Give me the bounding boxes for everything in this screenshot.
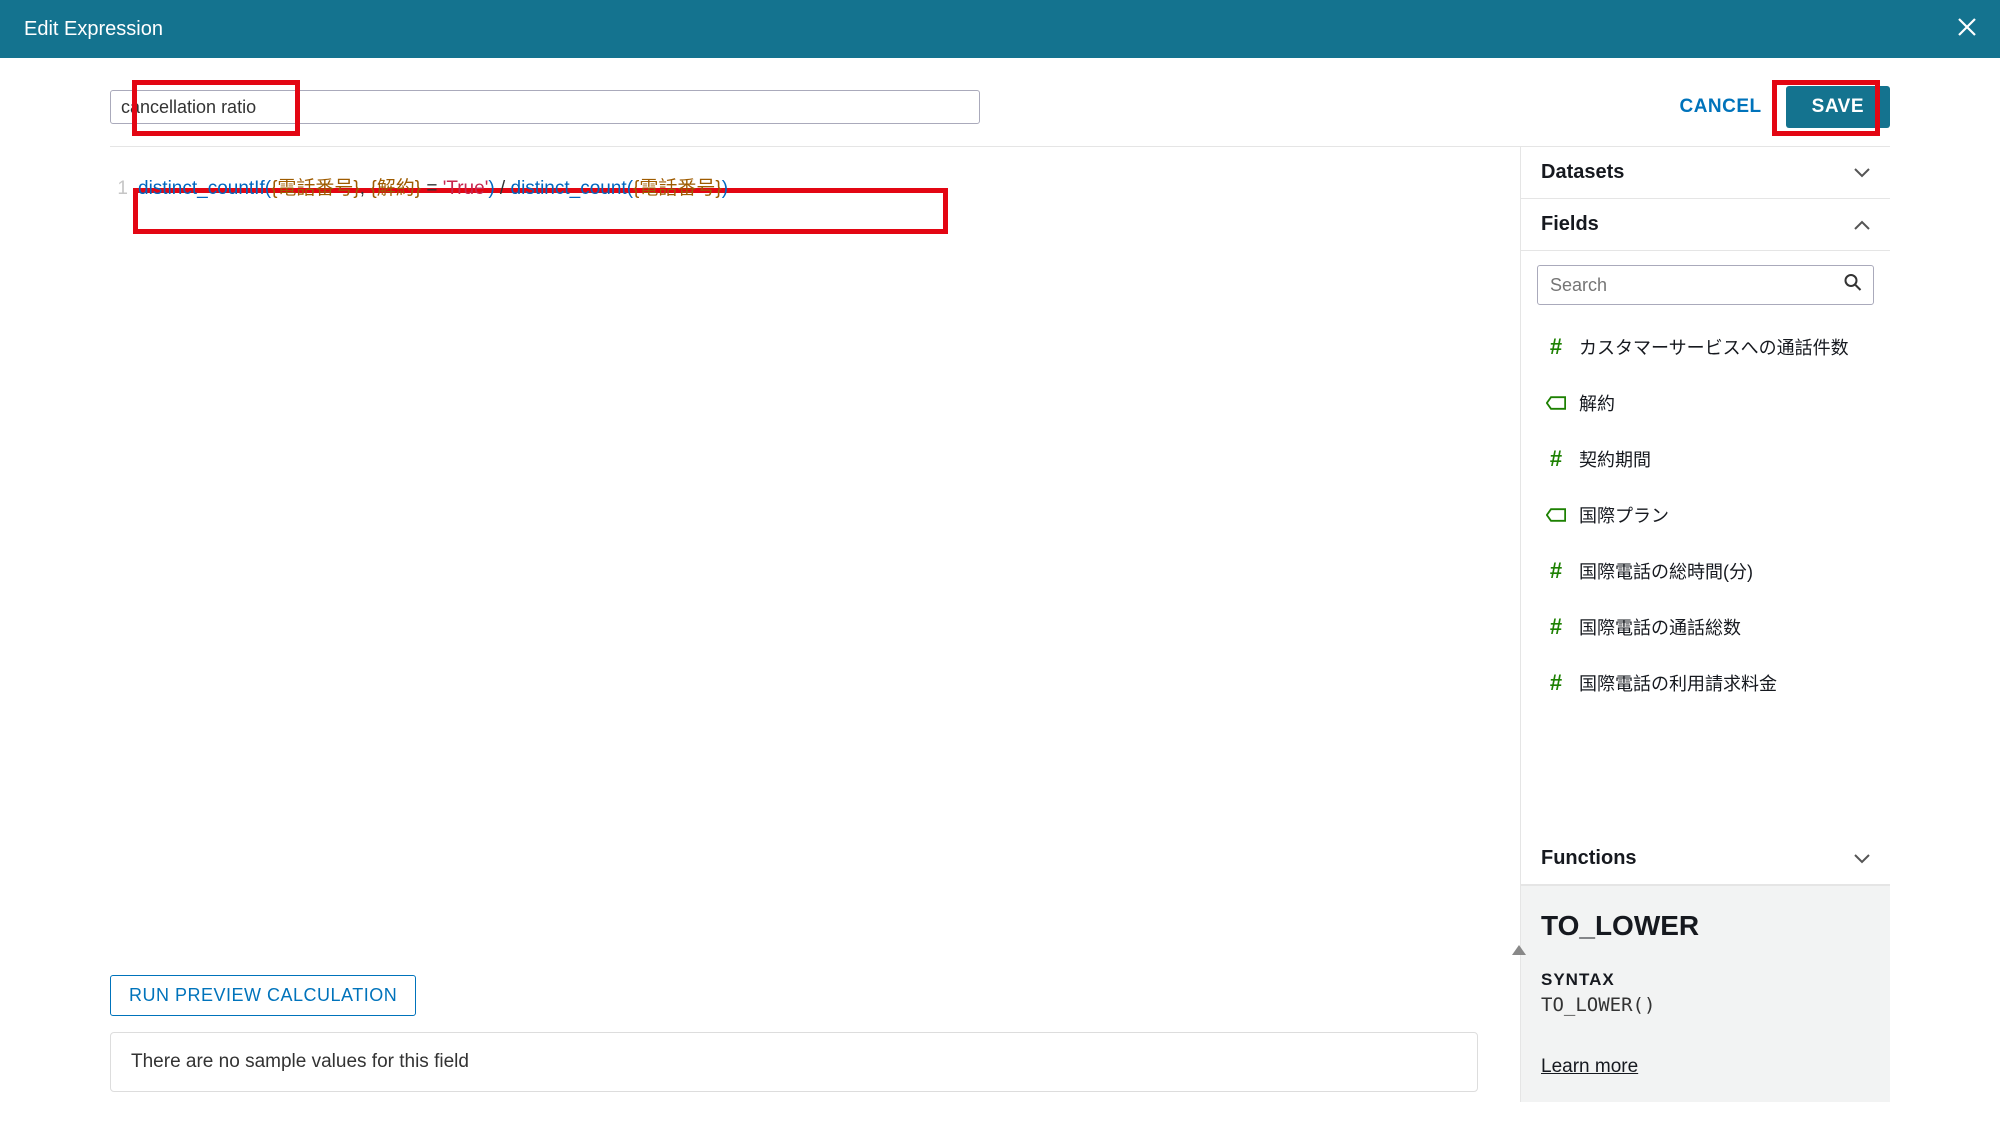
expression-name-input[interactable] xyxy=(110,90,980,124)
field-item[interactable]: # カスタマーサービスへの通話件数 xyxy=(1537,319,1874,375)
tag-icon xyxy=(1545,395,1567,411)
code-editor[interactable]: 1 distinct_countIf({電話番号}, {解約} = 'True'… xyxy=(110,147,1520,203)
syntax-text: TO_LOWER() xyxy=(1541,994,1870,1016)
toolbar: CANCEL SAVE xyxy=(0,58,2000,146)
section-label: Datasets xyxy=(1541,161,1624,184)
code-line: 1 distinct_countIf({電話番号}, {解約} = 'True'… xyxy=(110,175,1520,203)
field-label: カスタマーサービスへの通話件数 xyxy=(1579,334,1849,360)
close-icon[interactable] xyxy=(1958,16,1976,42)
function-detail: TO_LOWER SYNTAX TO_LOWER() Learn more xyxy=(1521,885,1890,1102)
search-icon[interactable] xyxy=(1844,274,1862,297)
dialog-title: Edit Expression xyxy=(24,18,163,41)
field-item[interactable]: 解約 xyxy=(1537,375,1874,431)
numeric-icon: # xyxy=(1545,614,1567,640)
datasets-section-header[interactable]: Datasets xyxy=(1521,147,1890,199)
field-item[interactable]: # 国際電話の利用請求料金 xyxy=(1537,655,1874,711)
section-label: Functions xyxy=(1541,847,1637,870)
syntax-label: SYNTAX xyxy=(1541,970,1870,990)
numeric-icon: # xyxy=(1545,446,1567,472)
field-label: 解約 xyxy=(1579,390,1615,416)
run-preview-button[interactable]: RUN PREVIEW CALCULATION xyxy=(110,975,416,1016)
line-number: 1 xyxy=(110,175,138,203)
fields-section-header[interactable]: Fields xyxy=(1521,199,1890,251)
function-name: TO_LOWER xyxy=(1541,910,1870,942)
functions-section-header[interactable]: Functions xyxy=(1521,833,1890,885)
field-label: 契約期間 xyxy=(1579,446,1651,472)
field-label: 国際電話の総時間(分) xyxy=(1579,558,1753,584)
numeric-icon: # xyxy=(1545,670,1567,696)
learn-more-link[interactable]: Learn more xyxy=(1541,1056,1638,1077)
field-list: # カスタマーサービスへの通話件数 解約 # 契約期間 xyxy=(1537,319,1874,711)
editor-bottom: RUN PREVIEW CALCULATION There are no sam… xyxy=(110,963,1520,1102)
scroll-up-icon[interactable] xyxy=(1512,945,1526,955)
chevron-down-icon xyxy=(1854,848,1870,869)
section-label: Fields xyxy=(1541,213,1599,236)
field-label: 国際プラン xyxy=(1579,502,1669,528)
toolbar-right: CANCEL SAVE xyxy=(1673,86,1890,128)
no-samples-message: There are no sample values for this fiel… xyxy=(110,1032,1478,1092)
field-item[interactable]: # 契約期間 xyxy=(1537,431,1874,487)
chevron-up-icon xyxy=(1854,214,1870,235)
dialog-header: Edit Expression xyxy=(0,0,2000,58)
numeric-icon: # xyxy=(1545,558,1567,584)
numeric-icon: # xyxy=(1545,334,1567,360)
main: 1 distinct_countIf({電話番号}, {解約} = 'True'… xyxy=(110,146,1890,1102)
field-label: 国際電話の通話総数 xyxy=(1579,614,1741,640)
editor-area: 1 distinct_countIf({電話番号}, {解約} = 'True'… xyxy=(110,147,1520,1102)
toolbar-left xyxy=(110,90,980,124)
field-item[interactable]: # 国際電話の通話総数 xyxy=(1537,599,1874,655)
sidebar: Datasets Fields # カスタマーサービスへの通話件数 xyxy=(1520,147,1890,1102)
cancel-button[interactable]: CANCEL xyxy=(1673,88,1767,126)
field-label: 国際電話の利用請求料金 xyxy=(1579,670,1777,696)
tag-icon xyxy=(1545,507,1567,523)
save-button[interactable]: SAVE xyxy=(1786,86,1890,128)
search-input[interactable] xyxy=(1537,265,1874,305)
code-content[interactable]: distinct_countIf({電話番号}, {解約} = 'True') … xyxy=(138,175,728,203)
field-item[interactable]: 国際プラン xyxy=(1537,487,1874,543)
field-item[interactable]: # 国際電話の総時間(分) xyxy=(1537,543,1874,599)
chevron-down-icon xyxy=(1854,162,1870,183)
fields-body: # カスタマーサービスへの通話件数 解約 # 契約期間 xyxy=(1521,251,1890,833)
search-wrap xyxy=(1537,265,1874,305)
